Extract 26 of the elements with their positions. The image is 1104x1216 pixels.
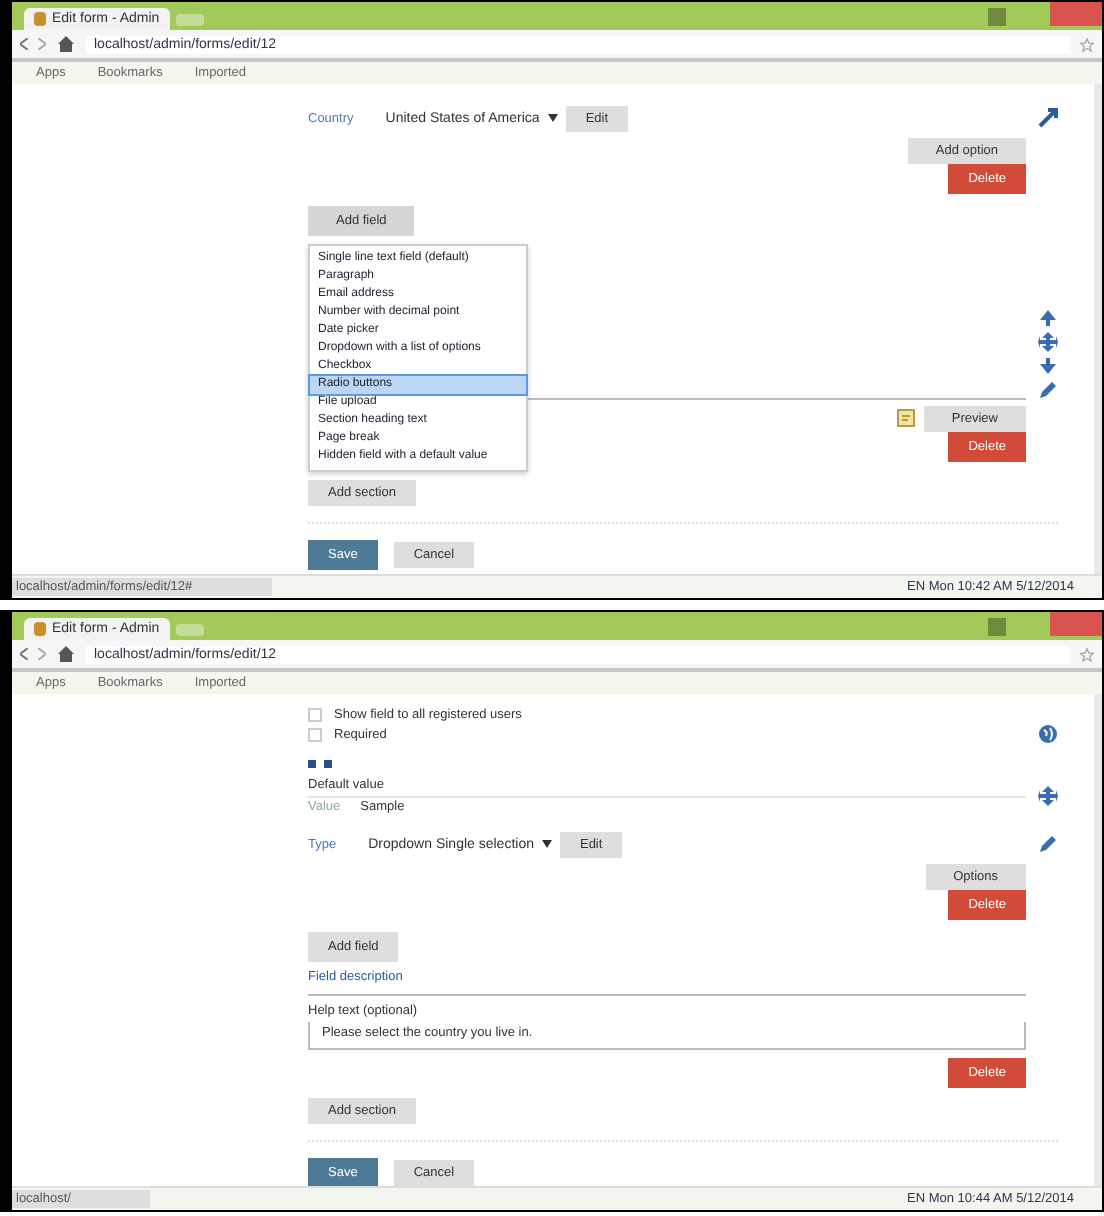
home-icon[interactable] [56, 34, 76, 54]
star-icon[interactable] [1080, 37, 1094, 51]
square-icon [308, 760, 316, 768]
caret-icon[interactable] [547, 114, 558, 122]
note-icon[interactable] [895, 408, 916, 428]
checkbox[interactable] [308, 727, 322, 741]
star-icon[interactable] [1080, 647, 1094, 661]
arrow-up-icon[interactable] [1038, 308, 1058, 328]
move-icon[interactable] [1038, 332, 1058, 352]
square-icon [324, 760, 332, 768]
pencil-icon[interactable] [1038, 834, 1058, 854]
minimize-button[interactable] [988, 617, 1006, 635]
link-icon[interactable] [1038, 108, 1058, 128]
minimize-button[interactable] [988, 7, 1006, 25]
forward-icon[interactable] [38, 38, 46, 50]
caret-icon[interactable] [541, 840, 552, 848]
pencil-icon[interactable] [1038, 380, 1058, 400]
arrow-down-icon[interactable] [1038, 356, 1058, 376]
forward-icon[interactable] [38, 648, 46, 660]
home-icon[interactable] [56, 644, 76, 664]
checkbox[interactable] [308, 708, 322, 722]
back-icon[interactable] [20, 38, 28, 50]
move-icon[interactable] [1038, 786, 1058, 806]
back-icon[interactable] [20, 648, 28, 660]
favicon-icon [34, 622, 46, 636]
favicon-icon [34, 12, 46, 26]
